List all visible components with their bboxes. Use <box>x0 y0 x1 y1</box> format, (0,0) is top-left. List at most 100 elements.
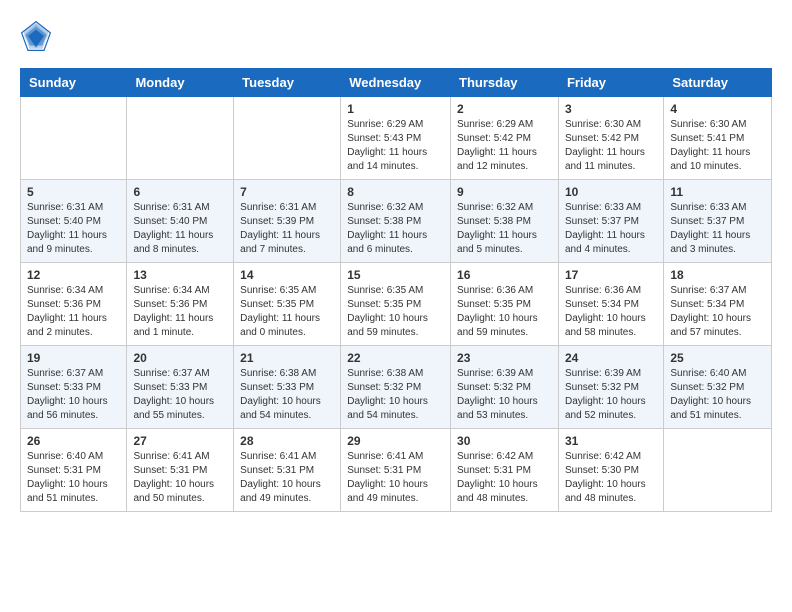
day-number: 17 <box>565 268 657 282</box>
calendar-table: SundayMondayTuesdayWednesdayThursdayFrid… <box>20 68 772 512</box>
day-info: Sunrise: 6:34 AM Sunset: 5:36 PM Dayligh… <box>133 284 227 340</box>
calendar-cell: 17 Sunrise: 6:36 AM Sunset: 5:34 PM Dayli… <box>558 263 663 346</box>
day-info: Sunrise: 6:31 AM Sunset: 5:40 PM Dayligh… <box>133 201 227 257</box>
calendar-cell: 25 Sunrise: 6:40 AM Sunset: 5:32 PM Dayli… <box>664 346 772 429</box>
calendar-cell: 1 Sunrise: 6:29 AM Sunset: 5:43 PM Daylig… <box>341 97 451 180</box>
calendar-cell: 19 Sunrise: 6:37 AM Sunset: 5:33 PM Dayli… <box>21 346 127 429</box>
calendar-cell: 10Sunrise: 6:33 AM Sunset: 5:37 PM Dayli… <box>558 180 663 263</box>
day-number: 29 <box>347 434 444 448</box>
weekday-header-saturday: Saturday <box>664 69 772 97</box>
day-info: Sunrise: 6:32 AM Sunset: 5:38 PM Dayligh… <box>347 201 444 257</box>
logo <box>20 20 56 52</box>
day-number: 26 <box>27 434 120 448</box>
day-info: Sunrise: 6:29 AM Sunset: 5:43 PM Dayligh… <box>347 118 444 174</box>
day-number: 1 <box>347 102 444 116</box>
day-info: Sunrise: 6:30 AM Sunset: 5:42 PM Dayligh… <box>565 118 657 174</box>
day-number: 11 <box>670 185 765 199</box>
calendar-cell: 8 Sunrise: 6:32 AM Sunset: 5:38 PM Daylig… <box>341 180 451 263</box>
calendar-cell: 9 Sunrise: 6:32 AM Sunset: 5:38 PM Daylig… <box>451 180 559 263</box>
day-info: Sunrise: 6:38 AM Sunset: 5:33 PM Dayligh… <box>240 367 334 423</box>
day-number: 9 <box>457 185 552 199</box>
logo-icon <box>20 20 52 52</box>
calendar-cell: 28Sunrise: 6:41 AM Sunset: 5:31 PM Dayli… <box>234 429 341 512</box>
day-number: 24 <box>565 351 657 365</box>
day-info: Sunrise: 6:35 AM Sunset: 5:35 PM Dayligh… <box>240 284 334 340</box>
day-number: 23 <box>457 351 552 365</box>
weekday-header-wednesday: Wednesday <box>341 69 451 97</box>
day-number: 16 <box>457 268 552 282</box>
day-info: Sunrise: 6:35 AM Sunset: 5:35 PM Dayligh… <box>347 284 444 340</box>
day-info: Sunrise: 6:37 AM Sunset: 5:33 PM Dayligh… <box>27 367 120 423</box>
day-number: 8 <box>347 185 444 199</box>
calendar-cell <box>664 429 772 512</box>
day-number: 30 <box>457 434 552 448</box>
day-info: Sunrise: 6:41 AM Sunset: 5:31 PM Dayligh… <box>347 450 444 506</box>
weekday-header-row: SundayMondayTuesdayWednesdayThursdayFrid… <box>21 69 772 97</box>
calendar-cell: 22 Sunrise: 6:38 AM Sunset: 5:32 PM Dayli… <box>341 346 451 429</box>
day-info: Sunrise: 6:39 AM Sunset: 5:32 PM Dayligh… <box>565 367 657 423</box>
day-info: Sunrise: 6:42 AM Sunset: 5:31 PM Dayligh… <box>457 450 552 506</box>
day-info: Sunrise: 6:36 AM Sunset: 5:35 PM Dayligh… <box>457 284 552 340</box>
day-number: 2 <box>457 102 552 116</box>
calendar-cell: 4 Sunrise: 6:30 AM Sunset: 5:41 PM Daylig… <box>664 97 772 180</box>
day-info: Sunrise: 6:31 AM Sunset: 5:39 PM Dayligh… <box>240 201 334 257</box>
day-info: Sunrise: 6:42 AM Sunset: 5:30 PM Dayligh… <box>565 450 657 506</box>
day-number: 20 <box>133 351 227 365</box>
day-info: Sunrise: 6:33 AM Sunset: 5:37 PM Dayligh… <box>670 201 765 257</box>
day-number: 14 <box>240 268 334 282</box>
day-number: 12 <box>27 268 120 282</box>
day-info: Sunrise: 6:34 AM Sunset: 5:36 PM Dayligh… <box>27 284 120 340</box>
day-info: Sunrise: 6:41 AM Sunset: 5:31 PM Dayligh… <box>133 450 227 506</box>
calendar-cell <box>234 97 341 180</box>
day-number: 5 <box>27 185 120 199</box>
calendar-cell: 15 Sunrise: 6:35 AM Sunset: 5:35 PM Dayli… <box>341 263 451 346</box>
weekday-header-sunday: Sunday <box>21 69 127 97</box>
day-number: 4 <box>670 102 765 116</box>
weekday-header-thursday: Thursday <box>451 69 559 97</box>
calendar-cell: 2 Sunrise: 6:29 AM Sunset: 5:42 PM Daylig… <box>451 97 559 180</box>
calendar-cell: 13 Sunrise: 6:34 AM Sunset: 5:36 PM Dayli… <box>127 263 234 346</box>
day-number: 19 <box>27 351 120 365</box>
calendar-cell: 7 Sunrise: 6:31 AM Sunset: 5:39 PM Daylig… <box>234 180 341 263</box>
day-number: 3 <box>565 102 657 116</box>
calendar-cell: 23 Sunrise: 6:39 AM Sunset: 5:32 PM Dayli… <box>451 346 559 429</box>
day-info: Sunrise: 6:40 AM Sunset: 5:31 PM Dayligh… <box>27 450 120 506</box>
day-number: 31 <box>565 434 657 448</box>
calendar-cell: 21 Sunrise: 6:38 AM Sunset: 5:33 PM Dayli… <box>234 346 341 429</box>
weekday-header-monday: Monday <box>127 69 234 97</box>
calendar-cell: 29 Sunrise: 6:41 AM Sunset: 5:31 PM Dayli… <box>341 429 451 512</box>
day-number: 7 <box>240 185 334 199</box>
day-info: Sunrise: 6:37 AM Sunset: 5:33 PM Dayligh… <box>133 367 227 423</box>
calendar-cell: 31 Sunrise: 6:42 AM Sunset: 5:30 PM Dayli… <box>558 429 663 512</box>
day-number: 10 <box>565 185 657 199</box>
day-number: 28 <box>240 434 334 448</box>
day-number: 22 <box>347 351 444 365</box>
day-info: Sunrise: 6:38 AM Sunset: 5:32 PM Dayligh… <box>347 367 444 423</box>
calendar-week-row: 12 Sunrise: 6:34 AM Sunset: 5:36 PM Dayli… <box>21 263 772 346</box>
day-info: Sunrise: 6:40 AM Sunset: 5:32 PM Dayligh… <box>670 367 765 423</box>
calendar-week-row: 19 Sunrise: 6:37 AM Sunset: 5:33 PM Dayli… <box>21 346 772 429</box>
calendar-cell: 14 Sunrise: 6:35 AM Sunset: 5:35 PM Dayli… <box>234 263 341 346</box>
calendar-week-row: 1 Sunrise: 6:29 AM Sunset: 5:43 PM Daylig… <box>21 97 772 180</box>
calendar-cell: 3 Sunrise: 6:30 AM Sunset: 5:42 PM Daylig… <box>558 97 663 180</box>
day-info: Sunrise: 6:30 AM Sunset: 5:41 PM Dayligh… <box>670 118 765 174</box>
day-number: 18 <box>670 268 765 282</box>
calendar-cell <box>127 97 234 180</box>
calendar-cell: 12 Sunrise: 6:34 AM Sunset: 5:36 PM Dayli… <box>21 263 127 346</box>
day-number: 6 <box>133 185 227 199</box>
day-number: 21 <box>240 351 334 365</box>
day-info: Sunrise: 6:29 AM Sunset: 5:42 PM Dayligh… <box>457 118 552 174</box>
calendar-cell: 6 Sunrise: 6:31 AM Sunset: 5:40 PM Daylig… <box>127 180 234 263</box>
day-info: Sunrise: 6:39 AM Sunset: 5:32 PM Dayligh… <box>457 367 552 423</box>
day-info: Sunrise: 6:36 AM Sunset: 5:34 PM Dayligh… <box>565 284 657 340</box>
day-number: 25 <box>670 351 765 365</box>
calendar-cell: 16 Sunrise: 6:36 AM Sunset: 5:35 PM Dayli… <box>451 263 559 346</box>
calendar-cell: 5 Sunrise: 6:31 AM Sunset: 5:40 PM Daylig… <box>21 180 127 263</box>
day-number: 13 <box>133 268 227 282</box>
day-info: Sunrise: 6:31 AM Sunset: 5:40 PM Dayligh… <box>27 201 120 257</box>
day-info: Sunrise: 6:37 AM Sunset: 5:34 PM Dayligh… <box>670 284 765 340</box>
weekday-header-friday: Friday <box>558 69 663 97</box>
day-number: 27 <box>133 434 227 448</box>
day-info: Sunrise: 6:32 AM Sunset: 5:38 PM Dayligh… <box>457 201 552 257</box>
day-number: 15 <box>347 268 444 282</box>
